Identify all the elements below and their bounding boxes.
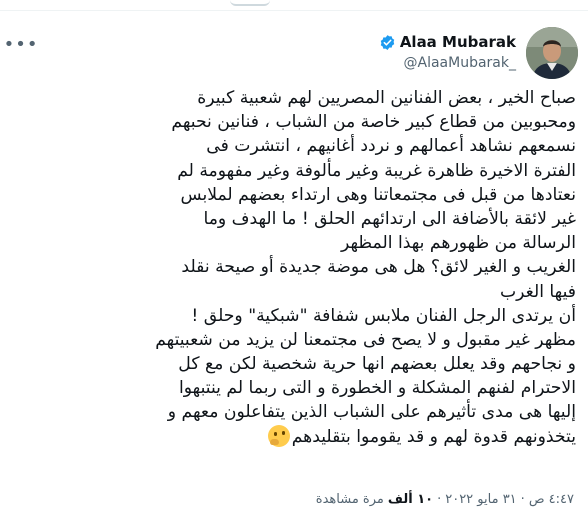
tweet-line: إليها هى مدى تأثيرهم على الشباب الذين يت… (167, 402, 576, 423)
views-count[interactable]: ١٠ ألف (388, 492, 433, 507)
tweet-line: الرسالة من ظهورهم بهذا المظهر (341, 233, 576, 254)
views-label: مرة مشاهدة (315, 492, 384, 507)
tweet-line: أن يرتدى الرجل الفنان ملابس شفافة "شبكية… (191, 305, 576, 326)
tweet-date[interactable]: ٣١ مايو ٢٠٢٢ (445, 492, 516, 507)
tweet-line: غير لائقة بالأضافة الى ارتدائهم الحلق ! … (203, 208, 576, 229)
verified-badge-icon (379, 34, 396, 51)
tweet-line: الفترة الاخيرة ظاهرة غريبة وغير مألوفة و… (177, 160, 576, 181)
more-options-icon[interactable]: ••• (4, 34, 38, 55)
meta-separator: · (437, 492, 442, 507)
tweet-line: نعتادها من قبل فى مجتمعاتنا وهى ارتداء ب… (180, 184, 576, 205)
meta-separator: · (520, 492, 525, 507)
avatar[interactable] (526, 27, 578, 79)
tweet-line: نسمعهم نشاهد أعمالهم و نردد أغانيهم ، ان… (206, 136, 576, 157)
tweet-meta: ٤:٤٧ ص · ٣١ مايو ٢٠٢٢ · ١٠ ألف مرة مشاهد… (316, 492, 574, 507)
tweet-line: يتخذونهم قدوة لهم و قد يقوموا بتقليدهم (291, 426, 576, 447)
tweet-line: الاحترام لفنهم المشكلة و الخطورة و التى … (179, 378, 576, 399)
tweet-line: ومحبوبين من قطاع كبير خاصة من الشباب ، ف… (171, 112, 576, 133)
previous-tweet-edge (0, 0, 588, 11)
tweet-line: مظهر غير مقبول و لا يصح فى مجتمعنا لن يز… (155, 329, 576, 350)
author-handle[interactable]: @AlaaMubarak_ (379, 55, 517, 71)
tweet-line: فيها الغرب (500, 281, 576, 302)
tweet-time[interactable]: ٤:٤٧ ص (529, 492, 574, 507)
thinking-face-icon (267, 424, 290, 447)
tweet-text: صباح الخير ، بعض الفنانين المصريين لهم ش… (4, 86, 576, 449)
author-block[interactable]: Alaa Mubarak @AlaaMubarak_ (379, 33, 516, 71)
tweet-line: و نجاحهم وقد يعلل بعضهم انها حرية شخصية … (178, 354, 576, 375)
tweet-line: صباح الخير ، بعض الفنانين المصريين لهم ش… (197, 88, 576, 108)
author-display-name[interactable]: Alaa Mubarak (400, 33, 516, 51)
tweet-last-line: يتخذونهم قدوة لهم و قد يقوموا بتقليدهم (4, 424, 576, 449)
tweet-line: الغريب و الغير لائق؟ هل هى موضة جديدة أو… (181, 257, 576, 278)
